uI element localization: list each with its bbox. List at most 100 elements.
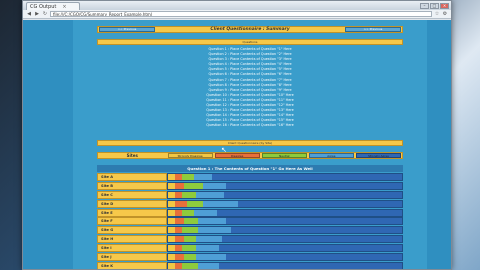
- bar-segment: [182, 174, 194, 180]
- chart-legend: Sites Strongly Disagree Disagree Neutral…: [97, 152, 403, 159]
- bar-segment: [168, 227, 176, 234]
- chart-row: Site F: [97, 217, 403, 226]
- maximize-icon[interactable]: □: [430, 2, 439, 9]
- stacked-bar: [167, 244, 403, 253]
- bar-segment: [193, 174, 213, 180]
- chart-row: Site H: [97, 235, 403, 244]
- category-label: Site D: [97, 199, 167, 208]
- stacked-bar: [167, 226, 403, 235]
- bar-segment: [193, 209, 218, 216]
- chart-row: Site K: [97, 261, 403, 269]
- window-controls: – □ ×: [420, 2, 451, 9]
- page-title: Client Questionnaire : Summary: [210, 27, 290, 32]
- bar-segment: [184, 254, 197, 261]
- category-label: Site F: [97, 217, 167, 226]
- bar-segment: [168, 218, 176, 225]
- bar-segment: [196, 245, 220, 252]
- chart-row: Site C: [97, 190, 403, 199]
- back-icon[interactable]: ◀: [26, 11, 32, 17]
- legend-strongly-disagree: Strongly Disagree: [167, 153, 213, 158]
- reload-icon[interactable]: ↻: [42, 11, 48, 17]
- stacked-bar: [167, 253, 403, 262]
- bar-segment: [175, 191, 183, 198]
- bar-segment: [175, 218, 185, 225]
- bar-segment: [182, 191, 197, 198]
- bar-segment: [184, 182, 204, 189]
- bar-segment: [168, 174, 176, 180]
- bar-segment: [184, 218, 199, 225]
- bar-segment: [226, 182, 402, 189]
- bar-segment: [226, 254, 402, 261]
- bar-segment: [186, 200, 204, 207]
- bar-segment: [226, 218, 402, 225]
- bar-segment: [196, 191, 225, 198]
- chart-row: Site B: [97, 181, 403, 190]
- category-label: Site A: [97, 173, 167, 181]
- bar-segment: [175, 200, 187, 207]
- bar-segment: [175, 227, 183, 234]
- bar-segment: [175, 209, 183, 216]
- chart-title: Question 1 : The Contents of Question "1…: [97, 165, 403, 172]
- browser-toolbar: ◀ ▶ ↻ file:///C:/CGO/CG/Summary_Report_E…: [23, 10, 451, 19]
- legend-strongly-agree: Strongly Agree: [355, 153, 402, 158]
- minimize-icon[interactable]: –: [420, 2, 429, 9]
- question-item[interactable]: Question 16 : Place Contents of Question…: [97, 123, 403, 128]
- chart-row: Site A: [97, 173, 403, 181]
- stacked-bar: [167, 173, 403, 181]
- stacked-bar: [167, 217, 403, 226]
- category-label: Site H: [97, 235, 167, 244]
- bar-segment: [182, 245, 197, 252]
- stacked-bar: [167, 190, 403, 199]
- forward-icon[interactable]: ▶: [34, 11, 40, 17]
- chart-row: Site D: [97, 199, 403, 208]
- bar-segment: [175, 182, 185, 189]
- chart-row: Site J: [97, 253, 403, 262]
- bar-segment: [203, 200, 239, 207]
- bar-segment: [219, 245, 402, 252]
- bar-segment: [168, 200, 176, 207]
- bar-segment: [175, 254, 185, 261]
- browser-window: CG Output × – □ × ◀ ▶ ↻ file:///C:/CGO/C…: [22, 0, 452, 270]
- stacked-bar: [167, 261, 403, 269]
- category-label: Site K: [97, 261, 167, 269]
- legend-neutral: Neutral: [261, 153, 307, 158]
- star-icon[interactable]: ☆: [434, 11, 440, 17]
- bar-segment: [224, 191, 402, 198]
- close-icon[interactable]: ×: [440, 2, 449, 9]
- chart-row: Site E: [97, 208, 403, 217]
- previous-button[interactable]: << Previous: [99, 27, 155, 32]
- bar-segment: [238, 200, 402, 207]
- category-label: Site E: [97, 208, 167, 217]
- report-container: << Previous Client Questionnaire : Summa…: [73, 20, 427, 269]
- category-label: Site I: [97, 244, 167, 253]
- category-label: Site C: [97, 190, 167, 199]
- stacked-bar: [167, 208, 403, 217]
- close-tab-icon[interactable]: ×: [62, 4, 66, 10]
- bar-segment: [168, 262, 176, 269]
- address-bar[interactable]: file:///C:/CGO/CG/Summary_Report_Example…: [50, 11, 432, 17]
- stacked-bar: [167, 199, 403, 208]
- browser-tab[interactable]: CG Output ×: [26, 2, 80, 10]
- category-label: Site J: [97, 253, 167, 262]
- bar-segment: [182, 262, 199, 269]
- bar-segment: [175, 236, 185, 243]
- bar-segment: [168, 209, 176, 216]
- bar-segment: [198, 262, 220, 269]
- bar-segment: [175, 262, 183, 269]
- bar-segment: [168, 236, 176, 243]
- bar-segment: [196, 254, 227, 261]
- bar-segment: [212, 174, 402, 180]
- page-content: << Previous Client Questionnaire : Summa…: [23, 20, 451, 269]
- title-bar: CG Output × – □ ×: [23, 1, 451, 10]
- bar-segment: [168, 191, 176, 198]
- bar-segment: [184, 236, 197, 243]
- next-button[interactable]: >> Previous: [345, 27, 401, 32]
- wrench-icon[interactable]: ⚙: [442, 11, 448, 17]
- bar-segment: [217, 209, 402, 216]
- bar-segment: [198, 218, 227, 225]
- summary-header: Client Questionnaire (by Site): [97, 140, 403, 146]
- tab-title: CG Output: [30, 3, 57, 10]
- stacked-bar: [167, 181, 403, 190]
- chart-rows: Site A Site B Site C Site D Site E Site F Site…: [97, 173, 403, 269]
- legend-title: Sites: [126, 153, 138, 158]
